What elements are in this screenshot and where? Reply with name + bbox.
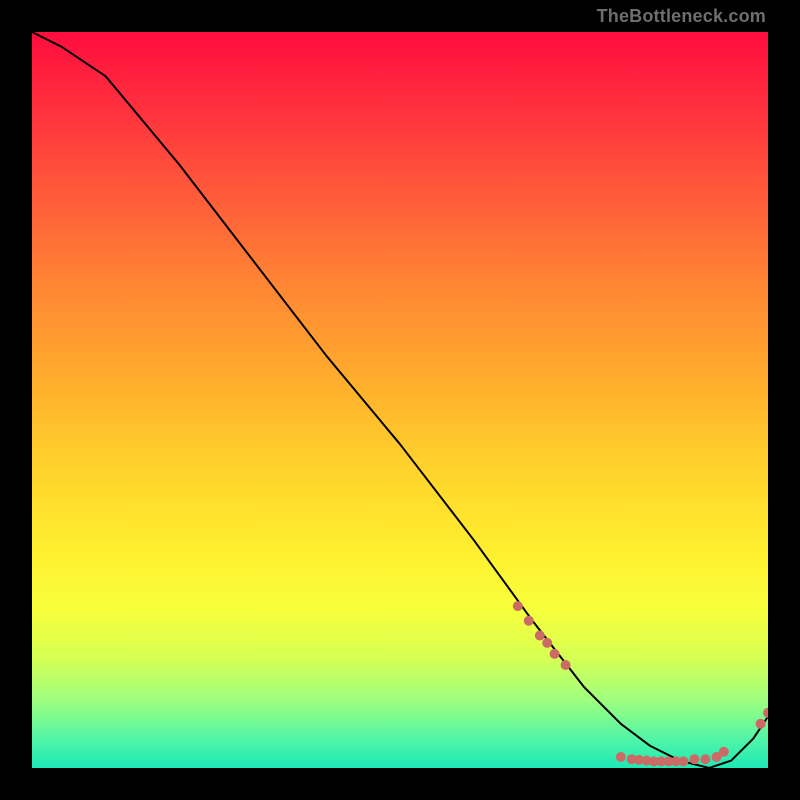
watermark-text: TheBottleneck.com bbox=[597, 6, 766, 27]
marker-cluster-bottom bbox=[719, 747, 729, 757]
marker-cluster-left bbox=[535, 631, 545, 641]
marker-cluster-right bbox=[756, 719, 766, 729]
marker-cluster-bottom bbox=[616, 752, 626, 762]
marker-layer bbox=[513, 601, 768, 766]
curve-layer bbox=[32, 32, 768, 768]
marker-cluster-bottom bbox=[678, 756, 688, 766]
marker-cluster-right bbox=[763, 708, 768, 718]
chart-plot-area bbox=[32, 32, 768, 768]
marker-cluster-left bbox=[542, 638, 552, 648]
marker-cluster-bottom bbox=[700, 754, 710, 764]
chart-svg bbox=[32, 32, 768, 768]
series-curve bbox=[32, 32, 768, 768]
chart-stage: TheBottleneck.com bbox=[0, 0, 800, 800]
marker-cluster-left bbox=[513, 601, 523, 611]
marker-cluster-left bbox=[561, 660, 571, 670]
marker-cluster-left bbox=[524, 616, 534, 626]
marker-cluster-bottom bbox=[689, 754, 699, 764]
marker-cluster-left bbox=[550, 649, 560, 659]
